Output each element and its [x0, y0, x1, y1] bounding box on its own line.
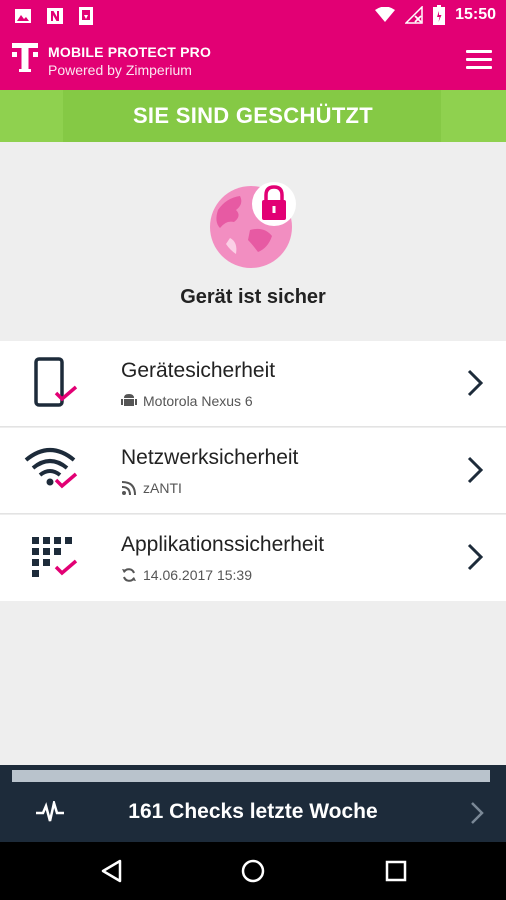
wifi-icon — [375, 7, 396, 22]
back-icon[interactable] — [100, 859, 124, 883]
apps-check-icon — [32, 537, 78, 577]
device-security-title: Gerätesicherheit — [121, 359, 276, 382]
app-security-detail: 14.06.2017 15:39 — [143, 567, 252, 583]
device-security-detail-row: Motorola Nexus 6 — [121, 393, 253, 409]
device-status-text: Gerät ist sicher — [180, 286, 326, 308]
sync-icon — [122, 568, 136, 582]
navigation-bar — [0, 842, 506, 900]
app-security-item[interactable]: Applikationssicherheit 14.06.2017 15:39 — [0, 515, 506, 601]
network-security-detail: zANTI — [143, 480, 182, 496]
hero-section: Gerät ist sicher — [0, 142, 506, 340]
app-security-title: Applikationssicherheit — [121, 533, 325, 556]
no-signal-icon — [405, 6, 423, 24]
telekom-logo-icon — [12, 43, 38, 72]
app-bar: MOBILE PROTECT PRO Powered by Zimperium — [0, 32, 506, 90]
recent-apps-icon[interactable] — [385, 860, 407, 882]
checks-footer[interactable]: 161 Checks letzte Woche — [0, 765, 506, 842]
app-title: MOBILE PROTECT PRO — [48, 44, 212, 60]
status-bar: 15:50 — [0, 0, 506, 32]
device-security-detail: Motorola Nexus 6 — [143, 393, 253, 409]
globe-lock-icon — [210, 182, 296, 268]
chevron-right-icon — [467, 543, 484, 571]
protection-status-text: SIE SIND GESCHÜTZT — [132, 103, 374, 128]
phone-check-icon — [34, 357, 78, 407]
n-icon — [47, 8, 63, 24]
chevron-right-icon — [467, 369, 484, 397]
image-icon — [15, 9, 31, 23]
network-security-item[interactable]: Netzwerksicherheit zANTI — [0, 428, 506, 514]
chevron-right-icon — [467, 456, 484, 484]
app-security-detail-row: 14.06.2017 15:39 — [121, 567, 252, 583]
menu-icon[interactable] — [466, 50, 492, 70]
protection-banner: SIE SIND GESCHÜTZT — [0, 90, 506, 142]
checks-count-text: 161 Checks letzte Woche — [128, 800, 378, 823]
android-icon — [121, 394, 137, 406]
home-icon[interactable] — [241, 859, 265, 883]
checks-progress-bar — [12, 770, 490, 782]
feed-icon — [121, 481, 136, 496]
wifi-check-icon — [24, 448, 78, 489]
network-security-title: Netzwerksicherheit — [121, 446, 299, 469]
battery-icon — [433, 5, 446, 25]
network-security-detail-row: zANTI — [121, 480, 182, 496]
device-security-item[interactable]: Gerätesicherheit Motorola Nexus 6 — [0, 341, 506, 427]
app-subtitle: Powered by Zimperium — [48, 62, 192, 78]
clock: 15:50 — [455, 6, 496, 23]
chevron-right-icon — [471, 802, 484, 824]
download-icon — [79, 7, 93, 25]
